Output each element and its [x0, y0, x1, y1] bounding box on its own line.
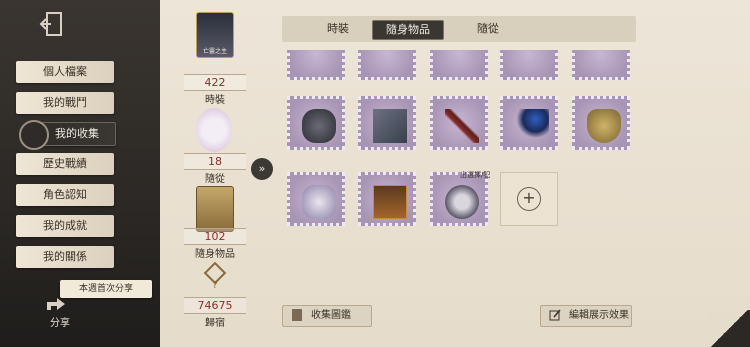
staff-icon — [445, 109, 479, 143]
sidebar-item-label: 我的收集 — [55, 127, 99, 140]
collection-item[interactable] — [358, 96, 416, 150]
tab-accessories[interactable]: 隨身物品 — [372, 20, 444, 40]
book-icon — [373, 185, 407, 219]
accessory-image[interactable] — [196, 186, 234, 232]
pet-label: 隨從 — [205, 174, 225, 185]
collection-item[interactable] — [572, 96, 630, 150]
tab-bar: 時裝 隨身物品 隨從 — [282, 16, 636, 42]
share-icon[interactable] — [44, 294, 68, 314]
collection-item[interactable] — [500, 96, 558, 150]
sidebar-item-label: 歷史戰績 — [43, 157, 87, 170]
pet-image[interactable] — [196, 108, 232, 152]
card-caption: 亡靈之主 — [202, 48, 227, 55]
mask-icon — [445, 185, 479, 219]
page-corner — [708, 310, 750, 347]
tab-outfits[interactable]: 時裝 — [308, 20, 368, 38]
double-chevron-right-icon: » — [258, 162, 266, 175]
collection-catalog-button[interactable]: 收集圖鑑 — [282, 305, 372, 327]
collection-item[interactable] — [430, 96, 488, 150]
sidebar-item-profile[interactable]: 個人檔案 — [16, 61, 114, 83]
creature-icon — [302, 185, 336, 219]
collection-catalog-label: 收集圖鑑 — [311, 310, 351, 321]
sidebar-item-label: 我的戰鬥 — [43, 96, 87, 109]
locket-icon — [302, 109, 336, 143]
plus-icon: + — [517, 187, 541, 211]
shield-icon — [19, 120, 49, 150]
sidebar-item-collection[interactable]: 我的收集 — [19, 120, 116, 150]
bell-icon — [587, 109, 621, 143]
scepter-icon — [515, 109, 549, 143]
collection-item[interactable] — [287, 172, 345, 226]
accessory-label: 隨身物品 — [195, 249, 235, 260]
armor-icon — [373, 109, 407, 143]
return-count: 74675 — [184, 297, 246, 314]
scroll-icon — [292, 309, 302, 321]
share-banner: 本週首次分享 — [60, 280, 152, 298]
question-mark-icon[interactable]: ? — [202, 262, 228, 290]
sidebar-item-battles[interactable]: 我的戰鬥 — [16, 92, 114, 114]
sidebar-item-label: 我的成就 — [43, 219, 87, 232]
edit-icon — [549, 309, 561, 321]
stats-column: 亡靈之主 422 時裝 18 隨從 102 隨身物品 ? 74675 歸宿 — [176, 0, 254, 347]
sidebar-item-relations[interactable]: 我的關係 — [16, 246, 114, 268]
sidebar-item-history[interactable]: 歷史戰績 — [16, 153, 114, 175]
share-label[interactable]: 分享 — [40, 314, 80, 329]
outfit-count: 422 — [184, 74, 246, 91]
sidebar-item-label: 個人檔案 — [43, 65, 87, 78]
item-sticker-label: 出選擇/犯 — [460, 171, 491, 179]
exit-door-icon[interactable] — [38, 10, 66, 38]
sidebar-item-achievements[interactable]: 我的成就 — [16, 215, 114, 237]
edit-display-button[interactable]: 編輯展示效果 — [540, 305, 632, 327]
sidebar-item-label: 角色認知 — [43, 188, 87, 201]
sidebar-item-label: 我的關係 — [43, 250, 87, 263]
tab-pets[interactable]: 隨從 — [458, 20, 518, 38]
accessory-count: 102 — [184, 228, 246, 245]
return-label: 歸宿 — [205, 318, 225, 329]
expand-button[interactable]: » — [251, 158, 273, 180]
outfit-label: 時裝 — [205, 95, 225, 106]
svg-text:?: ? — [212, 280, 217, 290]
edit-display-label: 編輯展示效果 — [569, 310, 629, 321]
outfit-card-image[interactable]: 亡靈之主 — [196, 12, 234, 58]
sidebar-item-character[interactable]: 角色認知 — [16, 184, 114, 206]
collection-item[interactable] — [358, 172, 416, 226]
collection-item[interactable] — [287, 96, 345, 150]
add-item-slot[interactable]: + — [500, 172, 558, 226]
pet-count: 18 — [184, 153, 246, 170]
